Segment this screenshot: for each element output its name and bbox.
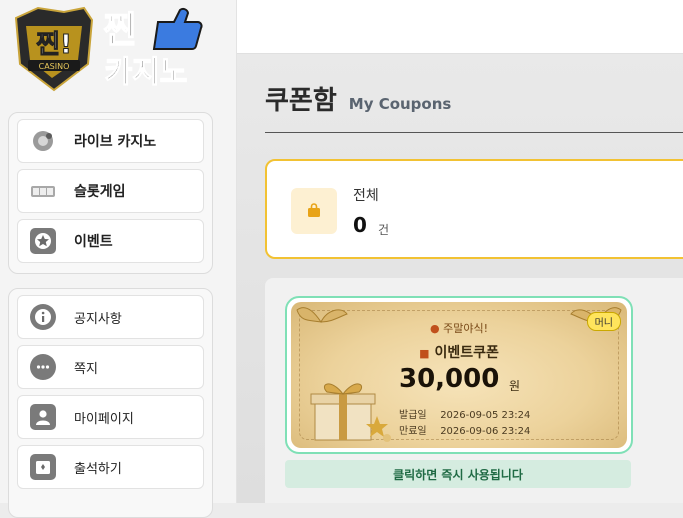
sidebar-item-slot[interactable]: 슬롯게임: [17, 169, 204, 213]
slot-icon: [30, 178, 56, 204]
svg-text:CASINO: CASINO: [39, 62, 70, 71]
coupon-name-text: 이벤트쿠폰: [434, 345, 498, 361]
sidebar: 찐! CASINO 찐 카지노 라이브 카지노 슬롯게임 이벤트: [0, 0, 237, 503]
calendar-icon: [30, 454, 56, 480]
info-icon: [30, 304, 56, 330]
summary-unit: 건: [378, 221, 389, 238]
gift-box-icon: [297, 370, 397, 444]
roulette-icon: [30, 128, 56, 154]
main-menu: 라이브 카지노 슬롯게임 이벤트: [8, 112, 213, 274]
sidebar-item-label: 마이페이지: [74, 408, 134, 427]
page-title-text: 쿠폰함: [265, 80, 337, 117]
coupon-tag: ● 주말야식!: [291, 320, 627, 336]
coupon-list: 머니 ● 주말야식! ■ 이벤트쿠폰 30,000 원 발급일 2026-09-…: [265, 278, 683, 503]
coupon-issued-row: 발급일 2026-09-05 23:24: [399, 406, 530, 421]
sidebar-item-label: 공지사항: [74, 308, 122, 327]
chat-bubble-icon: ●: [430, 322, 440, 335]
page-title: 쿠폰함 My Coupons: [265, 80, 451, 117]
coupon-expires-row: 만료일 2026-09-06 23:24: [399, 422, 530, 437]
coupon-tag-text: 주말야식!: [443, 322, 488, 335]
title-divider: [265, 132, 683, 133]
svg-text:카지노: 카지노: [105, 55, 188, 90]
coupon-summary-card: 전체 0 건: [265, 159, 683, 259]
issued-date: 2026-09-05 23:24: [440, 410, 530, 421]
bag-icon: ■: [419, 347, 429, 360]
expires-date: 2026-09-06 23:24: [440, 426, 530, 437]
top-bar: [237, 0, 683, 54]
bag-icon: [291, 188, 337, 234]
sidebar-item-label: 슬롯게임: [74, 181, 126, 201]
user-icon: [30, 404, 56, 430]
page-subtitle: My Coupons: [349, 95, 452, 113]
sidebar-item-event[interactable]: 이벤트: [17, 219, 204, 263]
expires-label: 만료일: [399, 422, 437, 437]
coupon-currency: 원: [509, 377, 520, 394]
sub-menu: 공지사항 쪽지 마이페이지 출석하기: [8, 288, 213, 518]
sidebar-item-label: 출석하기: [74, 458, 122, 477]
sidebar-item-label: 라이브 카지노: [74, 131, 156, 151]
site-logo[interactable]: 찐! CASINO 찐 카지노: [8, 4, 213, 94]
use-coupon-button[interactable]: 클릭하면 즉시 사용됩니다: [285, 460, 631, 488]
coupon-name: ■ 이벤트쿠폰: [291, 342, 627, 362]
coupon-ticket: 머니 ● 주말야식! ■ 이벤트쿠폰 30,000 원 발급일 2026-09-…: [291, 302, 627, 448]
sidebar-item-attendance[interactable]: 출석하기: [17, 445, 204, 489]
svg-text:찐: 찐: [103, 10, 136, 51]
coupon-card[interactable]: 머니 ● 주말야식! ■ 이벤트쿠폰 30,000 원 발급일 2026-09-…: [285, 296, 633, 454]
main-content: 쿠폰함 My Coupons 전체 0 건: [237, 54, 683, 503]
issued-label: 발급일: [399, 406, 437, 421]
summary-count: 0: [353, 213, 367, 237]
svg-text:찐!: 찐!: [36, 30, 72, 60]
star-icon: [30, 228, 56, 254]
sidebar-item-mypage[interactable]: 마이페이지: [17, 395, 204, 439]
sidebar-item-notice[interactable]: 공지사항: [17, 295, 204, 339]
chat-icon: [30, 354, 56, 380]
coupon-amount: 30,000: [399, 364, 499, 394]
sidebar-item-live-casino[interactable]: 라이브 카지노: [17, 119, 204, 163]
sidebar-item-label: 이벤트: [74, 231, 113, 251]
summary-label: 전체: [353, 185, 379, 205]
sidebar-item-label: 쪽지: [74, 358, 98, 377]
sidebar-item-message[interactable]: 쪽지: [17, 345, 204, 389]
